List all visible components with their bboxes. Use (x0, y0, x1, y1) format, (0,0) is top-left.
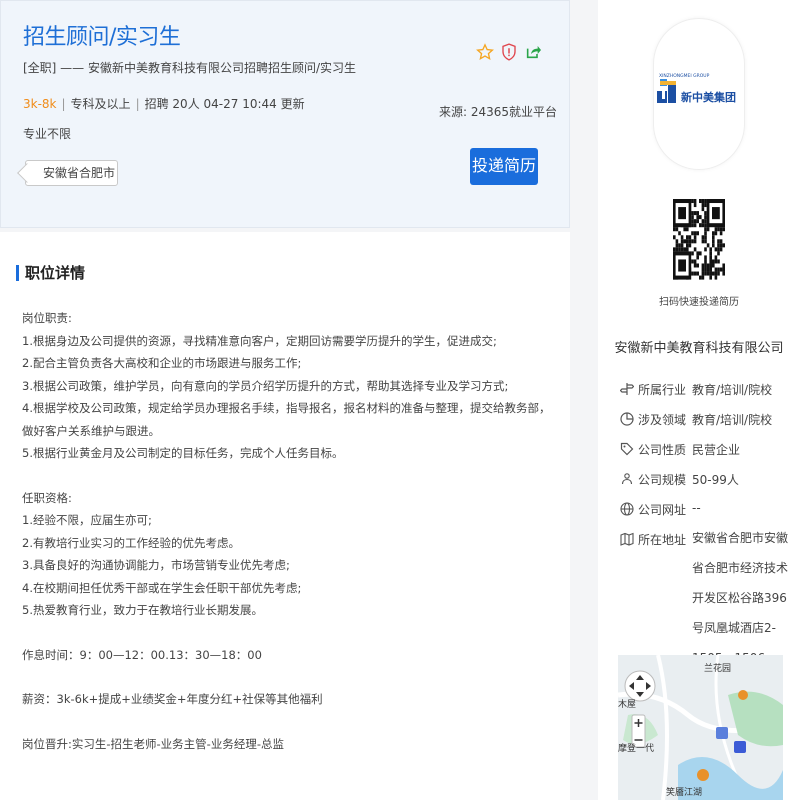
description-line: 1.根据身边及公司提供的资源，寻找精准意向客户，定期回访需要学历提升的学生，促进… (22, 333, 497, 348)
job-source: 来源: 24365就业平台 (439, 105, 558, 119)
job-actions (476, 41, 542, 63)
star-icon[interactable] (476, 41, 494, 63)
field-row: 涉及领域 教育/培训/院校 (620, 411, 790, 441)
shield-alert-icon[interactable] (500, 41, 518, 63)
qr-code (673, 199, 725, 281)
description-line: 岗位晋升:实习生-招生老师-业务主管-业务经理-总监 (22, 736, 284, 751)
description-line: 4.在校期间担任优秀干部或在学生会任职干部优先考虑; (22, 580, 302, 595)
svg-text:XINZHONGMEI GROUP: XINZHONGMEI GROUP (659, 73, 710, 79)
location-map[interactable]: 兰花园 木屋 摩登一代 笑靥江湖 (618, 655, 783, 800)
updated-time: 04-27 10:44 更新 (203, 97, 305, 111)
job-subline: [全职] —— 安徽新中美教育科技有限公司招聘招生顾问/实习生 (23, 61, 357, 75)
description-line: 3.根据公司政策，维护学员，向有意向的学员介绍学历提升的方式，帮助其选择专业及学… (22, 378, 509, 393)
description-line: 2.有教培行业实习的工作经验的优先考虑。 (22, 535, 240, 550)
description-line (22, 465, 552, 487)
nature-row: 公司性质 民营企业 (620, 441, 790, 471)
description-line: 3.具备良好的沟通协调能力，市场营销专业优先考虑; (22, 558, 290, 572)
detail-heading: 职位详情 (16, 265, 85, 281)
nature-value: 民营企业 (692, 443, 741, 457)
job-description: 岗位职责: 1.根据身边及公司提供的资源，寻找精准意向客户，定期回访需要学历提升的… (22, 307, 552, 755)
job-meta: 3k-8k | 专科及以上 | 招聘 20人 04-27 10:44 更新 (23, 97, 305, 111)
industry-value: 教育/培训/院校 (692, 383, 773, 397)
qr-caption: 扫码快速投递简历 (659, 297, 739, 308)
svg-text:新中美集团: 新中美集团 (681, 90, 736, 104)
svg-text:笑靥江湖: 笑靥江湖 (666, 786, 702, 798)
company-logo[interactable]: XINZHONGMEI GROUP 新中美集团 (653, 18, 745, 170)
description-line (22, 711, 552, 733)
svg-text:兰花园: 兰花园 (704, 662, 731, 674)
description-line (22, 622, 552, 644)
website-value[interactable]: -- (692, 501, 790, 515)
description-line: 5.根据行业黄金月及公司制定的目标任务，完成个人任务目标。 (22, 446, 344, 460)
globe-icon (620, 502, 634, 516)
description-line: 任职资格: (22, 490, 72, 505)
share-icon[interactable] (524, 41, 542, 63)
job-header-card: 招生顾问/实习生 [全职] —— 安徽新中美教育科技有限公司招聘招生顾问/实习生… (0, 0, 570, 228)
svg-text:摩登一代: 摩登一代 (618, 742, 654, 754)
description-line: 作息时间：9：00—12：00.13：30—18：00 (22, 647, 262, 662)
major: 专业不限 (23, 127, 72, 141)
description-line: 1.经验不限，应届生亦可; (22, 513, 152, 527)
description-line (22, 666, 552, 688)
description-line: 4.根据学校及公司政策，规定给学员办理报名手续，指导报名，报名材料的准备与整理，… (22, 401, 551, 438)
headcount: 招聘 20人 (144, 97, 200, 111)
svg-text:木屋: 木屋 (618, 698, 636, 710)
apply-button[interactable]: 投递简历 (470, 148, 538, 185)
size-row: 公司规模 50-99人 (620, 471, 790, 501)
description-line: 薪资：3k-6k+提成+业绩奖金+年度分红+社保等其他福利 (22, 692, 323, 706)
map-icon (620, 532, 634, 546)
field-value: 教育/培训/院校 (692, 413, 773, 427)
description-line: 5.热爱教育行业，致力于在教培行业长期发展。 (22, 603, 263, 617)
industry-row: 所属行业 教育/培训/院校 (619, 381, 790, 411)
people-icon (620, 472, 634, 486)
size-value: 50-99人 (692, 473, 739, 487)
signpost-icon (619, 382, 635, 396)
job-detail-card: 职位详情 岗位职责: 1.根据身边及公司提供的资源，寻找精准意向客户，定期回访需要… (0, 232, 570, 800)
description-line: 岗位职责: (22, 311, 72, 325)
tag-icon (620, 442, 634, 456)
location-tag[interactable]: 安徽省合肥市 (25, 160, 118, 186)
education: 专科及以上 (70, 97, 131, 111)
salary: 3k-8k (23, 97, 57, 111)
job-title: 招生顾问/实习生 (23, 25, 181, 50)
pie-chart-icon (620, 412, 634, 426)
description-line: 2.配合主管负责各大高校和企业的市场跟进与服务工作; (22, 356, 302, 370)
company-name[interactable]: 安徽新中美教育科技有限公司 (598, 337, 800, 356)
